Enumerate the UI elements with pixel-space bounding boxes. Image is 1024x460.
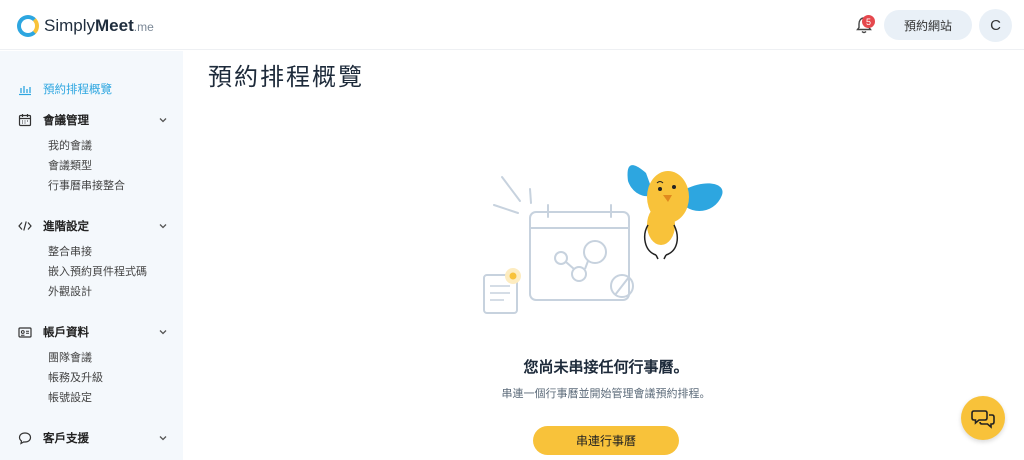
calendar-icon — [18, 114, 32, 127]
sidebar-section-label: 帳戶資料 — [43, 325, 89, 339]
chevron-down-icon[interactable] — [158, 433, 168, 443]
sidebar-subitem-my-meetings[interactable]: 我的會議 — [48, 136, 168, 156]
logo-bold: Meet — [95, 16, 134, 35]
chevron-down-icon[interactable] — [158, 115, 168, 125]
sidebar-item-label: 預約排程概覽 — [43, 82, 112, 96]
empty-state-title: 您尚未串接任何行事曆。 — [523, 358, 689, 376]
logo-mark-icon — [17, 15, 39, 37]
sidebar-section-header[interactable]: 會議管理 — [18, 111, 168, 129]
sidebar-subitem-account-settings[interactable]: 帳號設定 — [48, 388, 168, 408]
sidebar-subitem-embed-code[interactable]: 嵌入預約頁件程式碼 — [48, 262, 168, 282]
chat-support-button[interactable] — [961, 396, 1005, 440]
sidebar-section-support: 客戶支援 — [18, 429, 168, 447]
logo-suffix: .me — [133, 20, 154, 34]
sidebar-subitem-calendar-integration[interactable]: 行事曆串接整合 — [48, 176, 168, 196]
id-card-icon — [18, 327, 32, 338]
sidebar-section-header[interactable]: 進階設定 — [18, 217, 168, 235]
notification-badge: 5 — [862, 15, 875, 28]
sidebar-subitem-meeting-types[interactable]: 會議類型 — [48, 156, 168, 176]
avatar[interactable]: C — [979, 9, 1012, 42]
sidebar-subitem-billing[interactable]: 帳務及升級 — [48, 368, 168, 388]
code-icon — [18, 221, 32, 231]
sidebar-section-advanced: 進階設定 整合串接 嵌入預約頁件程式碼 外觀設計 — [18, 217, 168, 302]
sidebar-section-account: 帳戶資料 團隊會議 帳務及升級 帳號設定 — [18, 323, 168, 408]
sidebar-section-header[interactable]: 帳戶資料 — [18, 323, 168, 341]
logo[interactable]: SimplyMeet.me — [17, 14, 154, 38]
booking-site-button[interactable]: 預約網站 — [884, 10, 972, 40]
sidebar-section-header[interactable]: 客戶支援 — [18, 429, 168, 447]
sidebar-section-label: 客戶支援 — [43, 431, 89, 445]
bar-chart-icon — [19, 86, 31, 96]
connect-calendar-button[interactable]: 串連行事曆 — [533, 426, 679, 455]
sidebar-item-overview[interactable]: 預約排程概覽 — [18, 81, 112, 97]
logo-main: Simply — [44, 16, 96, 35]
page-title: 預約排程概覽 — [208, 63, 364, 91]
sidebar-subitem-appearance[interactable]: 外觀設計 — [48, 282, 168, 302]
chat-icon — [18, 432, 32, 445]
chevron-down-icon[interactable] — [158, 327, 168, 337]
top-header: SimplyMeet.me 5 預約網站 C — [0, 0, 1024, 50]
empty-state-subtitle: 串連一個行事曆並開始管理會議預約排程。 — [501, 387, 711, 400]
sidebar-subitem-team-meetings[interactable]: 團隊會議 — [48, 348, 168, 368]
empty-calendar-illustration — [483, 165, 723, 314]
sidebar-section-meetings: 會議管理 我的會議 會議類型 行事曆串接整合 — [18, 111, 168, 196]
sidebar-section-label: 進階設定 — [43, 219, 89, 233]
chat-bubbles-icon — [971, 410, 995, 429]
sidebar-subitem-integrations[interactable]: 整合串接 — [48, 242, 168, 262]
chevron-down-icon[interactable] — [158, 221, 168, 231]
sidebar-section-label: 會議管理 — [43, 113, 89, 127]
logo-text: SimplyMeet.me — [44, 16, 154, 36]
sidebar: 預約排程概覽 會議管理 我的會議 會議類型 行事曆串接整合 進階設定 整合串接 — [0, 51, 183, 460]
